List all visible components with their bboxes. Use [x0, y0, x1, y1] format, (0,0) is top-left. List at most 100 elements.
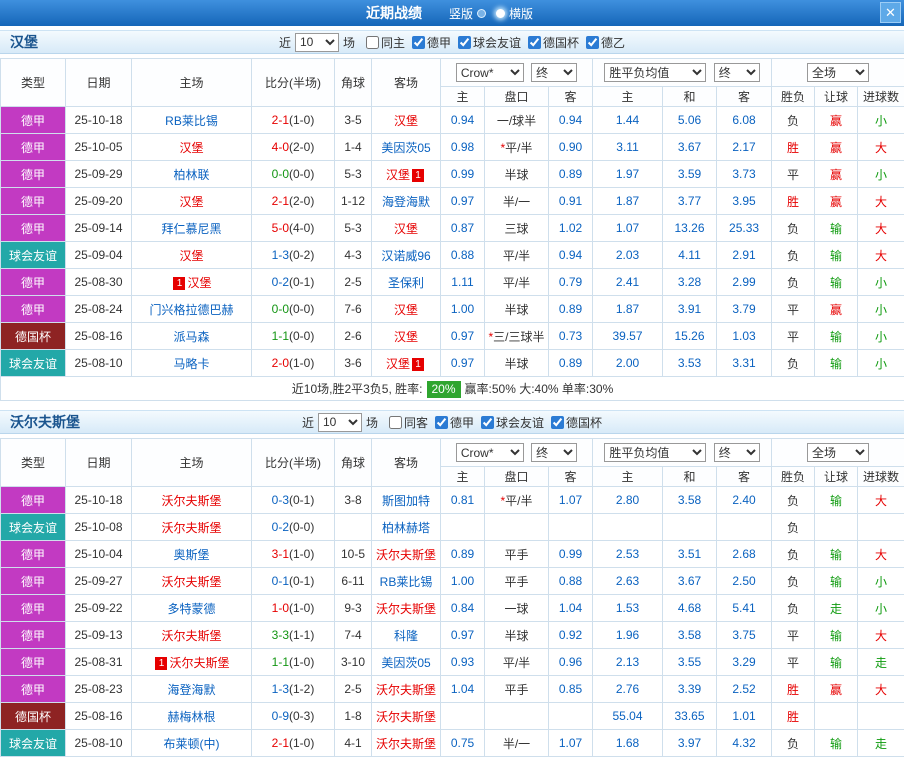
team-name-link[interactable]: 沃尔夫斯堡 [376, 683, 436, 697]
odds-company-select[interactable]: Crow* [456, 63, 524, 82]
team-name-link[interactable]: 海登海默 [382, 195, 430, 209]
filter-checkbox[interactable]: 球会友谊 [458, 34, 521, 51]
team-name-link[interactable]: 汉堡 [179, 141, 203, 155]
near-label: 近 [279, 34, 291, 51]
filter-checkbox-input[interactable] [435, 416, 448, 429]
team-name-link[interactable]: 柏林赫塔 [382, 521, 430, 535]
team-name-link[interactable]: 拜仁慕尼黑 [161, 222, 221, 236]
team-name-link[interactable]: 奥斯堡 [173, 548, 209, 562]
odds-stage-select[interactable]: 终 [531, 63, 577, 82]
team-name-link[interactable]: 沃尔夫斯堡 [376, 548, 436, 562]
filter-checkbox[interactable]: 德国杯 [528, 34, 579, 51]
away-odds-cell: 0.92 [549, 622, 593, 649]
filter-checkbox[interactable]: 德甲 [435, 414, 474, 431]
filter-checkbox-input[interactable] [551, 416, 564, 429]
team-name-link[interactable]: 美因茨05 [381, 141, 430, 155]
odds-company-select[interactable]: Crow* [456, 443, 524, 462]
recent-count-select[interactable]: 10 [318, 413, 362, 432]
close-button[interactable]: ✕ [880, 2, 901, 23]
mean-draw-cell: 15.26 [663, 323, 717, 350]
team-name-link[interactable]: 沃尔夫斯堡 [161, 629, 221, 643]
scope-select[interactable]: 全场 [807, 443, 869, 462]
filter-checkbox-input[interactable] [389, 416, 402, 429]
team-name-link[interactable]: 汉堡 [394, 114, 418, 128]
filter-checkbox[interactable]: 德甲 [412, 34, 451, 51]
team-name-link[interactable]: 汉堡 [394, 303, 418, 317]
goals-result-cell: 小 [858, 269, 904, 296]
team-name-link[interactable]: RB莱比锡 [165, 114, 218, 128]
team-name-link[interactable]: 沃尔夫斯堡 [161, 575, 221, 589]
team-name-link[interactable]: 沃尔夫斯堡 [376, 602, 436, 616]
goals-result-cell [858, 514, 904, 541]
filter-checkbox-input[interactable] [366, 36, 379, 49]
match-row: 德甲25-09-20汉堡2-1(2-0)1-12海登海默0.97半/一0.911… [1, 188, 904, 215]
home-odds-cell: 0.97 [441, 622, 485, 649]
team-name-link[interactable]: 圣保利 [388, 276, 424, 290]
games-label: 场 [343, 34, 355, 51]
layout-vertical-option[interactable]: 竖版 [449, 5, 486, 22]
team-name-link[interactable]: 多特蒙德 [167, 602, 215, 616]
team-name-link[interactable]: 科隆 [394, 629, 418, 643]
team-name-link[interactable]: 布莱顿(中) [164, 737, 220, 751]
mean-type-select[interactable]: 胜平负均值 [604, 63, 706, 82]
mean-draw-cell: 4.68 [663, 595, 717, 622]
scope-select[interactable]: 全场 [807, 63, 869, 82]
team-name-link[interactable]: 门兴格拉德巴赫 [149, 303, 233, 317]
team-name-link[interactable]: 汉堡 [394, 330, 418, 344]
filter-checkbox[interactable]: 德国杯 [551, 414, 602, 431]
col-score: 比分(半场) [252, 439, 335, 487]
team-name-link[interactable]: 海登海默 [167, 683, 215, 697]
team-name-link[interactable]: 派马森 [173, 330, 209, 344]
mean-away-cell: 3.79 [717, 296, 772, 323]
team-name-link[interactable]: 沃尔夫斯堡 [376, 710, 436, 724]
mean-draw-cell: 3.67 [663, 134, 717, 161]
home-odds-cell: 1.11 [441, 269, 485, 296]
filter-checkbox-input[interactable] [458, 36, 471, 49]
match-row: 德甲25-10-18沃尔夫斯堡0-3(0-1)3-8斯图加特0.81*平/半1.… [1, 487, 904, 514]
recent-count-select[interactable]: 10 [295, 33, 339, 52]
radio-vertical-icon[interactable] [477, 9, 486, 18]
mean-away-cell: 2.99 [717, 269, 772, 296]
team-name-link[interactable]: 沃尔夫斯堡 [161, 494, 221, 508]
filter-checkbox[interactable]: 同主 [366, 34, 405, 51]
layout-horizontal-option[interactable]: 横版 [496, 5, 533, 22]
team-name-link[interactable]: 美因茨05 [381, 656, 430, 670]
filter-checkbox[interactable]: 德乙 [586, 34, 625, 51]
team-name-link[interactable]: RB莱比锡 [380, 575, 433, 589]
filter-checkbox-input[interactable] [481, 416, 494, 429]
mean-stage-select[interactable]: 终 [714, 63, 760, 82]
filter-checkbox-input[interactable] [586, 36, 599, 49]
mean-stage-select[interactable]: 终 [714, 443, 760, 462]
halftime-score: (0-0) [289, 302, 314, 316]
team-name-link[interactable]: 赫梅林根 [167, 710, 215, 724]
handicap-cell: 一/球半 [485, 107, 549, 134]
team-name-link[interactable]: 柏林联 [173, 168, 209, 182]
filter-checkbox-input[interactable] [528, 36, 541, 49]
score-cell: 0-1(0-1) [252, 568, 335, 595]
team-name-link[interactable]: 汉堡 [179, 249, 203, 263]
team-name-link[interactable]: 汉堡 [386, 357, 410, 371]
team-name-link[interactable]: 汉堡 [394, 222, 418, 236]
team-name-link[interactable]: 汉堡 [179, 195, 203, 209]
mean-type-select[interactable]: 胜平负均值 [604, 443, 706, 462]
league-type-cell: 德甲 [1, 541, 66, 568]
handicap-result-cell: 输 [815, 350, 858, 377]
team-name-link[interactable]: 斯图加特 [382, 494, 430, 508]
team-name-link[interactable]: 沃尔夫斯堡 [169, 656, 229, 670]
team-name-link[interactable]: 马略卡 [173, 357, 209, 371]
summary-rates: 赢率:50% 大:40% 单率:30% [465, 382, 614, 396]
filter-checkbox-input[interactable] [412, 36, 425, 49]
team-name-link[interactable]: 汉堡 [187, 276, 211, 290]
team-name-link[interactable]: 沃尔夫斯堡 [161, 521, 221, 535]
handicap-cell: 平/半 [485, 269, 549, 296]
radio-horizontal-icon[interactable] [496, 9, 505, 18]
filter-checkbox[interactable]: 同客 [389, 414, 428, 431]
odds-stage-select[interactable]: 终 [531, 443, 577, 462]
result-cell: 平 [772, 161, 815, 188]
team-name-link[interactable]: 汉诺威96 [381, 249, 430, 263]
away-odds-cell: 0.99 [549, 541, 593, 568]
league-type-cell: 球会友谊 [1, 242, 66, 269]
team-name-link[interactable]: 沃尔夫斯堡 [376, 737, 436, 751]
filter-checkbox[interactable]: 球会友谊 [481, 414, 544, 431]
team-name-link[interactable]: 汉堡 [386, 168, 410, 182]
